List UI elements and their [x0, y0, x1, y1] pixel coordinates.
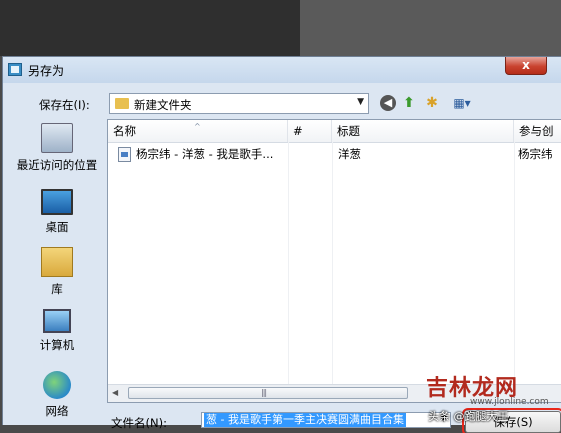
new-folder-icon[interactable]: ✱ — [423, 94, 441, 112]
title-bar: 另存为 x — [3, 57, 561, 83]
recent-places-icon — [41, 123, 73, 153]
save-in-dropdown[interactable]: 新建文件夹 ▼ — [109, 93, 369, 114]
background-right-panel — [300, 0, 561, 56]
close-button[interactable]: x — [505, 57, 547, 75]
libraries-icon — [41, 247, 73, 277]
background-window — [0, 0, 561, 56]
column-header-row: 名称 ^ # 标题 参与创 — [108, 120, 561, 143]
scrollbar-grip: ||| — [261, 388, 267, 397]
chevron-down-icon[interactable]: ▼ — [357, 97, 364, 107]
column-divider — [514, 142, 515, 384]
place-label: 桌面 — [45, 220, 69, 234]
column-header-track[interactable]: # — [288, 120, 332, 142]
column-header-name[interactable]: 名称 ^ — [108, 120, 288, 142]
filename-input[interactable]: 葱 - 我是歌手第一季主决赛圆满曲目合集 ▼ — [201, 412, 451, 428]
scroll-left-icon[interactable]: ◀ — [112, 388, 118, 397]
filename-label: 文件名(N): — [111, 416, 167, 430]
background-panel — [0, 0, 300, 56]
place-label: 库 — [51, 282, 63, 296]
column-divider — [332, 142, 333, 384]
file-track — [292, 144, 332, 164]
file-artist: 杨宗纬 — [518, 147, 553, 161]
column-divider — [288, 142, 289, 384]
watermark-domain: www.jlonline.com — [470, 397, 549, 407]
file-name: 杨宗纬 - 洋葱 - 我是歌手... — [136, 147, 274, 161]
column-header-label: 名称 — [113, 124, 136, 138]
watermark: 吉林龙网 www.jlonline.com 头条 @跑腿大王 — [426, 370, 561, 425]
places-bar: 最近访问的位置 桌面 库 计算机 网络 — [9, 119, 105, 424]
computer-icon — [43, 309, 71, 333]
place-computer[interactable]: 计算机 — [9, 309, 105, 353]
folder-icon — [115, 98, 129, 109]
place-label: 计算机 — [39, 338, 75, 352]
current-folder-name: 新建文件夹 — [134, 98, 192, 112]
place-libraries[interactable]: 库 — [9, 247, 105, 297]
desktop-icon — [41, 189, 73, 215]
place-label: 网络 — [45, 404, 69, 418]
column-header-title[interactable]: 标题 — [332, 120, 514, 142]
audio-file-icon — [118, 147, 131, 162]
place-network[interactable]: 网络 — [9, 371, 105, 419]
back-icon[interactable]: ◀ — [380, 95, 396, 111]
file-list[interactable]: 名称 ^ # 标题 参与创 杨宗纬 - 洋葱 - 我是歌手... 洋葱 杨宗纬 … — [107, 119, 561, 403]
network-icon — [43, 371, 71, 399]
dialog-app-icon — [8, 63, 22, 76]
dialog-title: 另存为 — [28, 64, 65, 78]
file-title: 洋葱 — [338, 147, 361, 161]
column-header-artist[interactable]: 参与创 — [514, 120, 561, 142]
place-label: 最近访问的位置 — [16, 158, 98, 172]
place-desktop[interactable]: 桌面 — [9, 185, 105, 235]
scrollbar-thumb[interactable]: ||| — [128, 387, 408, 399]
watermark-caption: 头条 @跑腿大王 — [428, 410, 509, 423]
place-recent[interactable]: 最近访问的位置 — [9, 123, 105, 173]
table-row[interactable]: 杨宗纬 - 洋葱 - 我是歌手... 洋葱 杨宗纬 — [110, 144, 561, 164]
views-menu-icon[interactable]: ▦▾ — [450, 94, 474, 112]
sort-ascending-icon: ^ — [194, 122, 201, 131]
save-in-label: 保存在(I): — [39, 98, 90, 112]
up-folder-icon[interactable]: ⬆ — [400, 94, 418, 112]
